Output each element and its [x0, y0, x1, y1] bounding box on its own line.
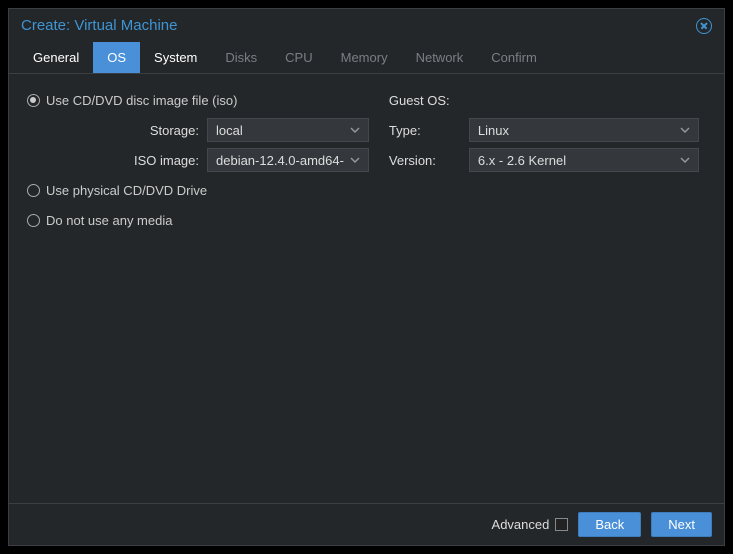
iso-image-label: ISO image:: [87, 153, 207, 168]
advanced-toggle[interactable]: Advanced: [492, 517, 569, 532]
storage-label: Storage:: [87, 123, 207, 138]
radio-label: Use physical CD/DVD Drive: [46, 183, 207, 198]
guest-os-heading: Guest OS:: [389, 93, 450, 108]
iso-image-value: debian-12.4.0-amd64-: [216, 153, 344, 168]
back-button[interactable]: Back: [578, 512, 641, 537]
radio-label: Use CD/DVD disc image file (iso): [46, 93, 237, 108]
close-icon[interactable]: [696, 18, 712, 34]
chevron-down-icon: [680, 157, 690, 163]
dialog-body: Use CD/DVD disc image file (iso) Storage…: [9, 74, 724, 503]
tab-cpu: CPU: [271, 42, 326, 73]
tab-disks: Disks: [211, 42, 271, 73]
guest-type-row: Type: Linux: [389, 116, 706, 144]
radio-icon: [27, 94, 40, 107]
dialog-footer: Advanced Back Next: [9, 503, 724, 545]
tab-system[interactable]: System: [140, 42, 211, 73]
chevron-down-icon: [350, 157, 360, 163]
title-bar: Create: Virtual Machine: [9, 9, 724, 42]
iso-image-select[interactable]: debian-12.4.0-amd64-: [207, 148, 369, 172]
dialog-title: Create: Virtual Machine: [21, 17, 177, 34]
iso-image-row: ISO image: debian-12.4.0-amd64-: [27, 146, 369, 174]
radio-label: Do not use any media: [46, 213, 172, 228]
tab-os[interactable]: OS: [93, 42, 140, 73]
create-vm-dialog: Create: Virtual Machine General OS Syste…: [8, 8, 725, 546]
radio-icon: [27, 184, 40, 197]
guest-version-label: Version:: [389, 153, 469, 168]
tab-general[interactable]: General: [19, 42, 93, 73]
tab-confirm: Confirm: [477, 42, 551, 73]
guest-type-value: Linux: [478, 123, 509, 138]
guest-type-label: Type:: [389, 123, 469, 138]
right-column: Guest OS: Type: Linux Version: 6.x - 2.6…: [389, 86, 706, 491]
tab-strip: General OS System Disks CPU Memory Netwo…: [9, 42, 724, 74]
left-column: Use CD/DVD disc image file (iso) Storage…: [27, 86, 369, 491]
next-button[interactable]: Next: [651, 512, 712, 537]
tab-network: Network: [402, 42, 478, 73]
guest-version-select[interactable]: 6.x - 2.6 Kernel: [469, 148, 699, 172]
storage-row: Storage: local: [27, 116, 369, 144]
radio-icon: [27, 214, 40, 227]
guest-os-heading-row: Guest OS:: [389, 86, 706, 114]
advanced-label: Advanced: [492, 517, 550, 532]
chevron-down-icon: [350, 127, 360, 133]
radio-no-media[interactable]: Do not use any media: [27, 206, 369, 234]
advanced-checkbox[interactable]: [555, 518, 568, 531]
radio-use-iso[interactable]: Use CD/DVD disc image file (iso): [27, 86, 369, 114]
guest-version-value: 6.x - 2.6 Kernel: [478, 153, 566, 168]
radio-use-physical[interactable]: Use physical CD/DVD Drive: [27, 176, 369, 204]
storage-select[interactable]: local: [207, 118, 369, 142]
tab-memory: Memory: [327, 42, 402, 73]
guest-type-select[interactable]: Linux: [469, 118, 699, 142]
chevron-down-icon: [680, 127, 690, 133]
storage-value: local: [216, 123, 243, 138]
guest-version-row: Version: 6.x - 2.6 Kernel: [389, 146, 706, 174]
